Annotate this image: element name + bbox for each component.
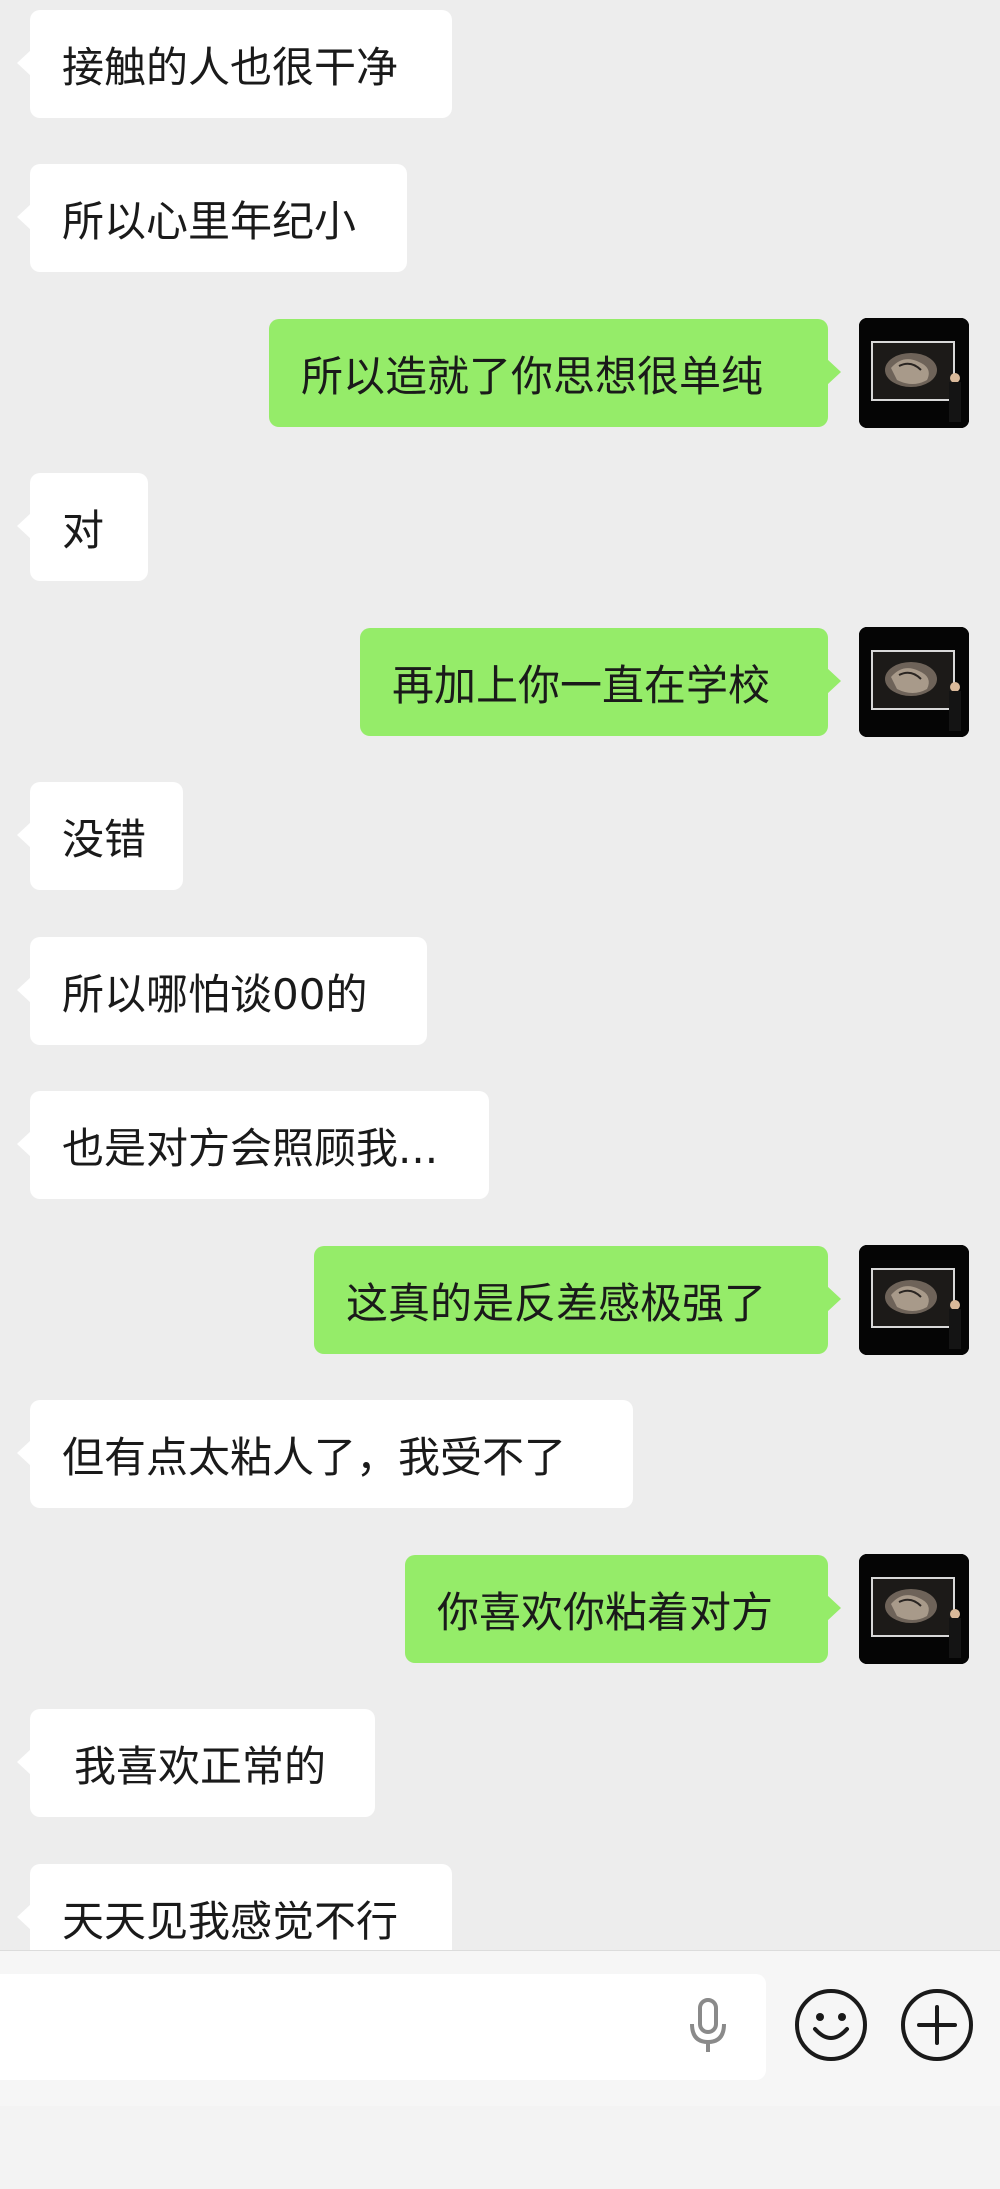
message-text: 你喜欢你粘着对方: [437, 1587, 774, 1637]
message-text: 天天见我感觉不行: [62, 1896, 399, 1946]
more-options-button[interactable]: [899, 1987, 975, 2063]
incoming-message-bubble[interactable]: 没错: [17, 782, 183, 890]
plus-circle-icon: [901, 1989, 973, 2061]
bottom-safe-area: [0, 2106, 1000, 2189]
message-input[interactable]: [0, 1974, 766, 2080]
message-text: 没错: [62, 814, 147, 864]
message-text: 也是对方会照顾我...: [62, 1123, 439, 1173]
smiley-icon: [795, 1989, 867, 2061]
chat-message-list[interactable]: 接触的人也很干净 所以心里年纪小 所以造就了你思想很单纯 对 再加上你一直在学校: [0, 0, 1000, 1950]
message-text: 我喜欢正常的: [74, 1741, 327, 1791]
microphone-icon[interactable]: [683, 1996, 733, 2056]
message-text: 所以哪怕谈00的: [62, 969, 368, 1019]
avatar-artwork-icon: [859, 1245, 969, 1355]
user-avatar[interactable]: [859, 627, 969, 737]
user-avatar[interactable]: [859, 1554, 969, 1664]
message-text: 对: [62, 505, 105, 555]
message-text: 这真的是反差感极强了: [346, 1278, 767, 1328]
avatar-artwork-icon: [859, 318, 969, 428]
incoming-message-bubble[interactable]: 我喜欢正常的: [17, 1709, 375, 1817]
incoming-message-bubble[interactable]: 对: [17, 473, 148, 581]
message-text: 所以造就了你思想很单纯: [301, 351, 764, 401]
incoming-message-bubble[interactable]: 但有点太粘人了，我受不了: [17, 1400, 633, 1508]
incoming-message-bubble[interactable]: 所以心里年纪小: [17, 164, 407, 272]
emoji-button[interactable]: [793, 1987, 869, 2063]
incoming-message-bubble[interactable]: 天天见我感觉不行: [17, 1864, 452, 1950]
incoming-message-bubble[interactable]: 也是对方会照顾我...: [17, 1091, 489, 1199]
incoming-message-bubble[interactable]: 接触的人也很干净: [17, 10, 452, 118]
user-avatar[interactable]: [859, 318, 969, 428]
message-text: 所以心里年纪小: [62, 196, 357, 246]
message-text: 接触的人也很干净: [62, 42, 399, 92]
incoming-message-bubble[interactable]: 所以哪怕谈00的: [17, 937, 427, 1045]
user-avatar[interactable]: [859, 1245, 969, 1355]
message-text: 再加上你一直在学校: [392, 660, 771, 710]
outgoing-message-bubble[interactable]: 你喜欢你粘着对方: [405, 1555, 841, 1663]
avatar-artwork-icon: [859, 1554, 969, 1664]
outgoing-message-bubble[interactable]: 所以造就了你思想很单纯: [269, 319, 841, 427]
outgoing-message-bubble[interactable]: 这真的是反差感极强了: [314, 1246, 841, 1354]
message-text: 但有点太粘人了，我受不了: [62, 1432, 567, 1482]
avatar-artwork-icon: [859, 627, 969, 737]
outgoing-message-bubble[interactable]: 再加上你一直在学校: [360, 628, 841, 736]
